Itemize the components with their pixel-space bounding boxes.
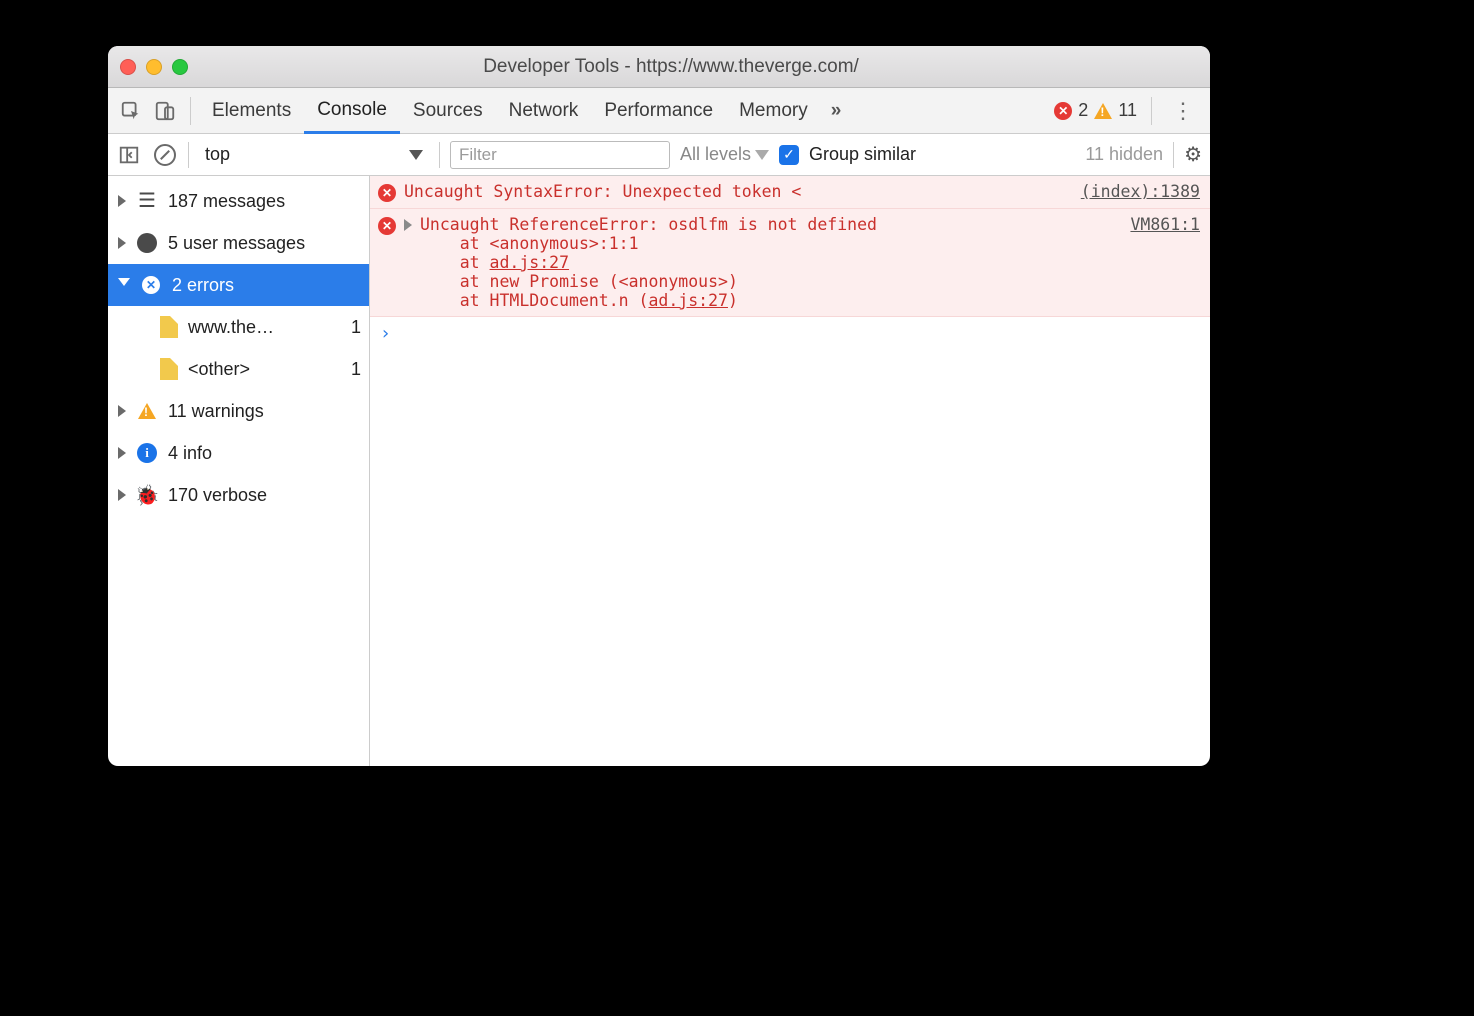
device-toolbar-icon[interactable] (148, 94, 182, 128)
sidebar-error-source[interactable]: <other> 1 (108, 348, 369, 390)
console-error-message[interactable]: ✕ Uncaught SyntaxError: Unexpected token… (370, 176, 1210, 209)
context-selector[interactable]: top (199, 142, 429, 167)
sidebar-item-verbose[interactable]: 🐞 170 verbose (108, 474, 369, 516)
chevron-down-icon (755, 150, 769, 160)
sidebar-label: 187 messages (168, 191, 285, 212)
disclosure-icon (118, 195, 126, 207)
toggle-sidebar-icon[interactable] (116, 142, 142, 168)
tab-sources[interactable]: Sources (400, 88, 496, 133)
sidebar-label: 2 errors (172, 275, 234, 296)
count: 1 (351, 317, 361, 338)
filter-input[interactable] (450, 141, 670, 169)
disclosure-icon (118, 237, 126, 249)
levels-label: All levels (680, 144, 751, 165)
close-window-button[interactable] (120, 59, 136, 75)
info-icon: i (136, 443, 158, 463)
clear-console-icon[interactable] (152, 142, 178, 168)
file-icon (160, 358, 178, 380)
sidebar-item-messages[interactable]: ☰ 187 messages (108, 180, 369, 222)
error-icon: ✕ (378, 217, 396, 235)
sidebar-label: 4 info (168, 443, 212, 464)
group-similar-label: Group similar (809, 144, 916, 165)
kebab-menu-icon[interactable]: ⋮ (1166, 98, 1200, 124)
console-prompt[interactable]: › (370, 317, 1210, 350)
context-label: top (205, 144, 230, 165)
devtools-window: Developer Tools - https://www.theverge.c… (108, 46, 1210, 766)
console-sidebar: ☰ 187 messages 5 user messages ✕ 2 error… (108, 176, 370, 766)
console-main: ☰ 187 messages 5 user messages ✕ 2 error… (108, 176, 1210, 766)
console-output: ✕ Uncaught SyntaxError: Unexpected token… (370, 176, 1210, 766)
warning-icon[interactable] (1094, 103, 1112, 119)
sidebar-error-source[interactable]: www.the… 1 (108, 306, 369, 348)
disclosure-icon (118, 447, 126, 459)
sidebar-item-info[interactable]: i 4 info (108, 432, 369, 474)
disclosure-icon (118, 405, 126, 417)
sidebar-label: 5 user messages (168, 233, 305, 254)
disclosure-icon (118, 278, 130, 292)
list-icon: ☰ (136, 191, 158, 211)
separator (188, 142, 189, 168)
gear-icon[interactable]: ⚙ (1184, 142, 1202, 167)
tab-elements[interactable]: Elements (199, 88, 304, 133)
tabs-overflow-button[interactable]: » (821, 88, 852, 133)
count: 1 (351, 359, 361, 380)
warning-icon (136, 403, 158, 419)
devtools-tabstrip: Elements Console Sources Network Perform… (108, 88, 1210, 134)
minimize-window-button[interactable] (146, 59, 162, 75)
message-text: Uncaught SyntaxError: Unexpected token < (404, 182, 1073, 201)
tab-memory[interactable]: Memory (726, 88, 821, 133)
sidebar-label: www.the… (188, 317, 274, 338)
console-filter-bar: top All levels ✓ Group similar 11 hidden… (108, 134, 1210, 176)
message-text: Uncaught ReferenceError: osdlfm is not d… (420, 215, 1122, 310)
titlebar: Developer Tools - https://www.theverge.c… (108, 46, 1210, 88)
tab-network[interactable]: Network (496, 88, 592, 133)
separator (439, 142, 440, 168)
stack-link[interactable]: ad.js:27 (490, 253, 569, 272)
console-error-message[interactable]: ✕ Uncaught ReferenceError: osdlfm is not… (370, 209, 1210, 317)
file-icon (160, 316, 178, 338)
window-controls (120, 59, 188, 75)
separator (1151, 97, 1152, 125)
sidebar-item-user-messages[interactable]: 5 user messages (108, 222, 369, 264)
sidebar-label: 11 warnings (168, 401, 264, 422)
window-title: Developer Tools - https://www.theverge.c… (204, 56, 1138, 78)
sidebar-item-warnings[interactable]: 11 warnings (108, 390, 369, 432)
sidebar-item-errors[interactable]: ✕ 2 errors (108, 264, 369, 306)
error-icon[interactable]: ✕ (1054, 102, 1072, 120)
chevron-down-icon (409, 150, 423, 160)
sidebar-label: <other> (188, 359, 250, 380)
error-icon: ✕ (140, 276, 162, 294)
log-levels-selector[interactable]: All levels (680, 144, 769, 165)
sidebar-label: 170 verbose (168, 485, 267, 506)
separator (1173, 142, 1174, 168)
zoom-window-button[interactable] (172, 59, 188, 75)
disclosure-icon (118, 489, 126, 501)
message-source-link[interactable]: (index):1389 (1081, 182, 1200, 201)
stack-link[interactable]: ad.js:27 (648, 291, 727, 310)
error-icon: ✕ (378, 184, 396, 202)
hidden-count: 11 hidden (1085, 144, 1163, 165)
tab-console[interactable]: Console (304, 89, 400, 134)
separator (190, 97, 191, 125)
inspect-element-icon[interactable] (114, 94, 148, 128)
warning-count: 11 (1118, 100, 1137, 121)
group-similar-checkbox[interactable]: ✓ (779, 145, 799, 165)
status-badges: ✕ 2 11 ⋮ (1054, 97, 1204, 125)
expand-icon[interactable] (404, 219, 412, 231)
user-icon (136, 233, 158, 253)
error-count: 2 (1078, 100, 1088, 121)
bug-icon: 🐞 (136, 483, 158, 508)
message-source-link[interactable]: VM861:1 (1130, 215, 1200, 234)
tab-performance[interactable]: Performance (591, 88, 726, 133)
